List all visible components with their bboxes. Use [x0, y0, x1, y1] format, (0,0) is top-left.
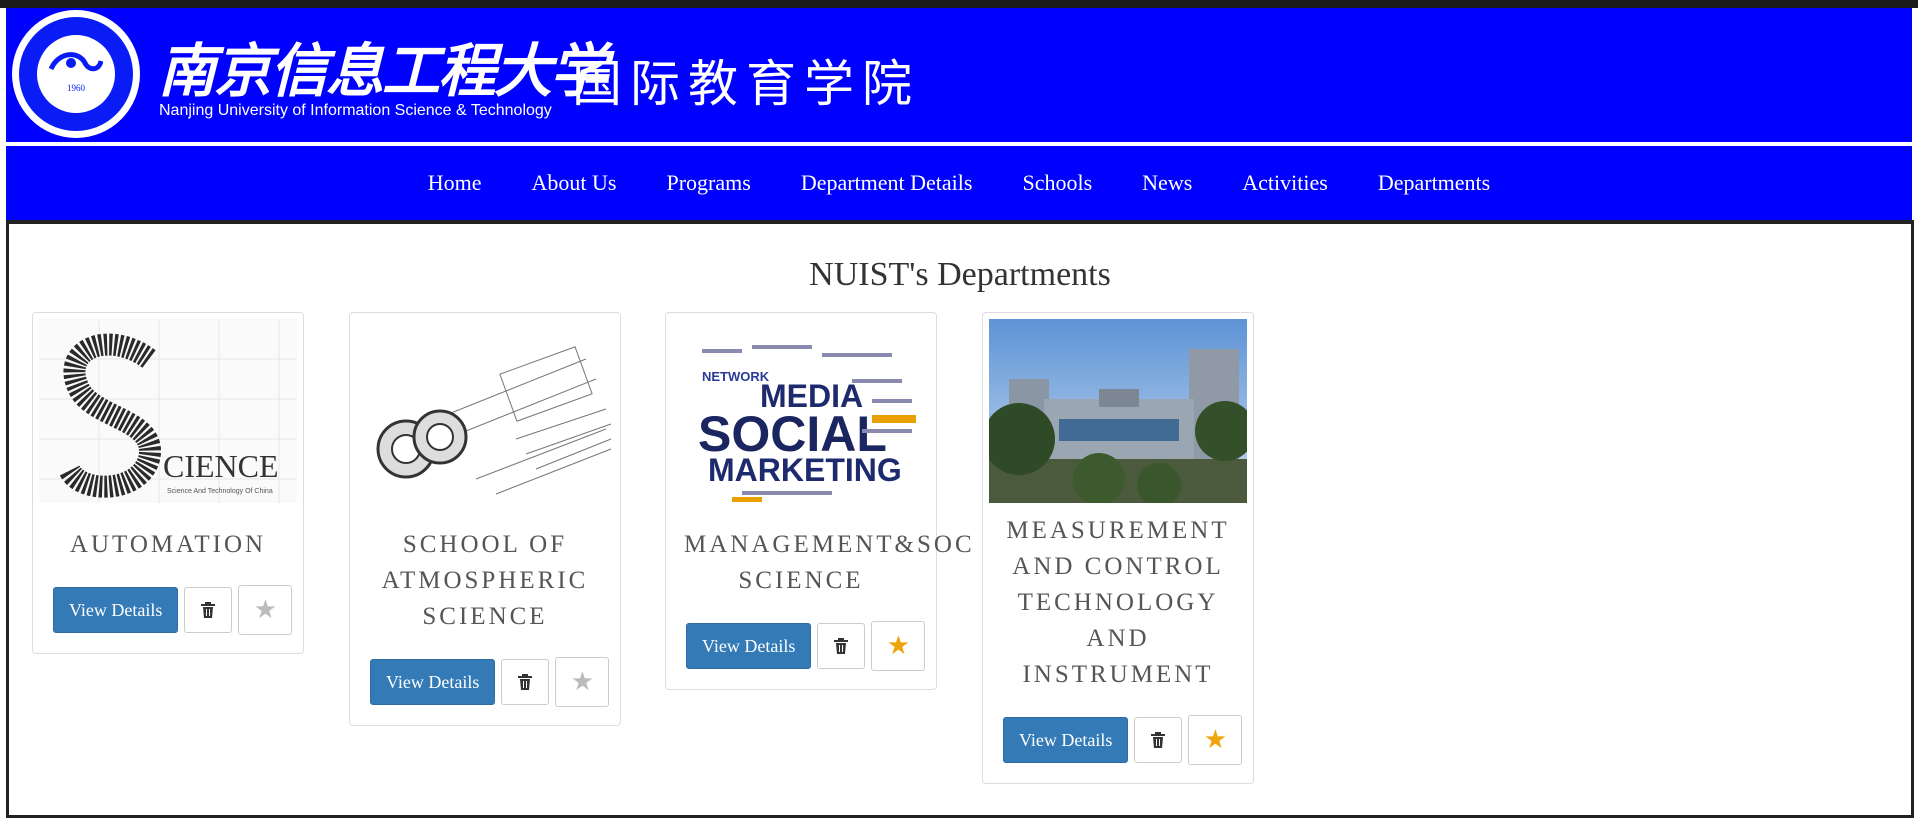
department-image-measurement	[989, 319, 1247, 503]
page-title: NUIST's Departments	[809, 256, 1111, 293]
department-image-management: NETWORK MEDIA SOCIAL MARKETING	[672, 319, 930, 503]
trash-icon	[518, 674, 533, 690]
star-icon: ★	[1203, 725, 1228, 755]
department-card-measurement-control: MEASUREMENT AND CONTROL TECHNOLOGY AND I…	[982, 312, 1254, 784]
nav-schools[interactable]: Schools	[1022, 170, 1092, 196]
card-title: SCHOOL OF ATMOSPHERIC SCIENCE	[350, 527, 620, 635]
trash-icon	[201, 602, 216, 618]
college-name-zh: 国际教育学院	[572, 55, 920, 113]
card-title-line: SCIENCE	[422, 603, 548, 630]
nav-departments[interactable]: Departments	[1378, 170, 1490, 196]
card-title-line: SCIENCE	[738, 567, 864, 594]
image-caption-text: Science And Technology Of China	[167, 488, 273, 495]
view-details-button[interactable]: View Details	[1003, 717, 1129, 763]
favorite-button[interactable]: ★	[555, 657, 610, 707]
star-icon: ★	[886, 631, 911, 661]
nav-programs[interactable]: Programs	[666, 170, 750, 196]
nav-department-details[interactable]: Department Details	[801, 170, 973, 196]
nav-news[interactable]: News	[1142, 170, 1192, 196]
main-navbar: Home About Us Programs Department Detail…	[6, 146, 1912, 220]
card-title-line: MANAGEMENT&SOC	[684, 531, 975, 558]
view-details-button[interactable]: View Details	[53, 587, 179, 633]
nav-about-us[interactable]: About Us	[532, 170, 617, 196]
delete-button[interactable]	[817, 623, 866, 669]
departments-panel: NUIST's Departments CIENCE Science And T…	[6, 220, 1914, 818]
view-details-button[interactable]: View Details	[370, 659, 496, 705]
card-title-line: AND	[1086, 625, 1150, 652]
favorite-button[interactable]: ★	[238, 585, 293, 635]
trash-icon	[1151, 732, 1166, 748]
top-border	[0, 0, 1918, 8]
card-title-line: AUTOMATION	[69, 531, 267, 558]
star-icon: ★	[253, 595, 278, 625]
department-image-automation: CIENCE Science And Technology Of China	[39, 319, 297, 503]
image-word-marketing: MARKETING	[708, 452, 902, 488]
image-science-text: CIENCE	[163, 448, 279, 484]
card-title: AUTOMATION	[33, 527, 303, 563]
trash-icon	[834, 638, 849, 654]
card-title-line: MEASUREMENT	[1006, 517, 1230, 544]
view-details-button[interactable]: View Details	[686, 623, 812, 669]
seal-year: 1960	[67, 83, 85, 93]
delete-button[interactable]	[184, 587, 233, 633]
favorite-button[interactable]: ★	[1188, 715, 1243, 765]
card-title: MANAGEMENT&SOC SCIENCE	[666, 527, 975, 599]
delete-button[interactable]	[501, 659, 550, 705]
department-card-management-social-science: NETWORK MEDIA SOCIAL MARKETING MANAGEMEN…	[665, 312, 975, 690]
nav-home[interactable]: Home	[428, 170, 482, 196]
university-name-zh: 南京信息工程大学	[158, 37, 608, 105]
nav-activities[interactable]: Activities	[1242, 170, 1328, 196]
card-title-line: INSTRUMENT	[1022, 661, 1214, 688]
university-name-en: Nanjing University of Information Scienc…	[159, 102, 552, 119]
department-card-atmospheric-science: SCHOOL OF ATMOSPHERIC SCIENCE View Detai…	[349, 312, 621, 726]
card-title-line: AND CONTROL	[1012, 553, 1224, 580]
header-banner: 1960 南京信息工程大学 Nanjing University of Info…	[6, 8, 1912, 142]
card-title-line: TECHNOLOGY	[1017, 589, 1219, 616]
delete-button[interactable]	[1134, 717, 1183, 763]
seal-wave-icon	[49, 52, 103, 72]
card-title-line: SCHOOL OF	[402, 531, 568, 558]
university-seal-logo: 1960	[12, 10, 140, 138]
department-image-atmospheric-science	[356, 319, 614, 503]
star-icon: ★	[570, 667, 595, 697]
department-card-automation: CIENCE Science And Technology Of China A…	[32, 312, 304, 654]
favorite-button[interactable]: ★	[871, 621, 926, 671]
card-title: MEASUREMENT AND CONTROL TECHNOLOGY AND I…	[983, 513, 1253, 693]
card-title-line: ATMOSPHERIC	[381, 567, 589, 594]
